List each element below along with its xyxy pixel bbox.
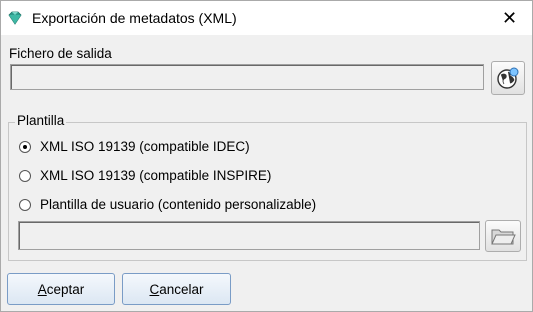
- cancel-label: ancelar: [159, 281, 204, 297]
- folder-icon: [491, 229, 516, 245]
- radio-option-user-template[interactable]: Plantilla de usuario (contenido personal…: [19, 197, 316, 212]
- radio-label: XML ISO 19139 (compatible IDEC): [40, 139, 250, 154]
- title-bar: Exportación de metadatos (XML) ✕: [1, 1, 532, 35]
- output-file-field[interactable]: [10, 64, 484, 90]
- accept-label: ceptar: [46, 281, 85, 297]
- radio-button[interactable]: [19, 140, 31, 153]
- radio-label: Plantilla de usuario (contenido personal…: [40, 197, 317, 212]
- template-group-label: Plantilla: [15, 113, 67, 128]
- window-title: Exportación de metadatos (XML): [32, 10, 237, 26]
- user-template-field: [18, 221, 480, 250]
- cancel-mnemonic: C: [149, 281, 160, 297]
- radio-option-inspire[interactable]: XML ISO 19139 (compatible INSPIRE): [19, 168, 271, 183]
- browse-template-button[interactable]: [485, 220, 521, 252]
- user-template-input: [19, 222, 479, 249]
- output-file-label: Fichero de salida: [9, 46, 112, 61]
- radio-option-idec[interactable]: XML ISO 19139 (compatible IDEC): [19, 139, 250, 154]
- accept-button[interactable]: Aceptar: [7, 273, 115, 305]
- gem-icon: [8, 11, 22, 25]
- export-metadata-dialog: Exportación de metadatos (XML) ✕ Fichero…: [0, 0, 533, 312]
- close-button[interactable]: ✕: [487, 1, 532, 35]
- browse-output-button[interactable]: [491, 61, 525, 95]
- close-icon: ✕: [501, 7, 518, 28]
- radio-button[interactable]: [19, 198, 31, 211]
- cancel-button[interactable]: Cancelar: [122, 273, 231, 305]
- globe-icon: [497, 67, 519, 89]
- accept-mnemonic: A: [37, 281, 47, 297]
- output-file-input[interactable]: [11, 65, 483, 89]
- radio-label: XML ISO 19139 (compatible INSPIRE): [40, 168, 272, 183]
- radio-button[interactable]: [19, 169, 31, 182]
